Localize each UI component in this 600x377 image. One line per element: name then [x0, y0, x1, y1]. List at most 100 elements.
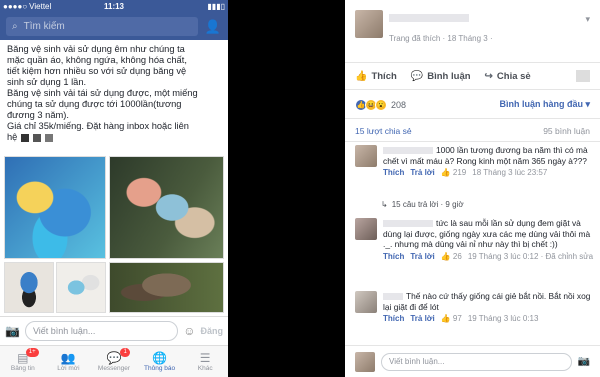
reply-arrow-icon: ↳	[381, 200, 388, 209]
friends-icon[interactable]: 👤	[204, 18, 222, 36]
comment-item: tức là sau mỗi lần sử dụng đem giặt và d…	[355, 218, 595, 261]
comment-icon: 💬	[410, 70, 424, 82]
post-line: chúng ta sử dụng được tới 1000lần(tương	[7, 99, 182, 109]
comment-placeholder: Viết bình luận...	[32, 325, 96, 336]
comment-time: 19 Tháng 3 lúc 0:13	[467, 314, 539, 323]
tab-friend-requests[interactable]: 👥 Lời mời	[46, 346, 92, 377]
post-line: sinh sử dụng 1 lần.	[7, 77, 87, 87]
mobile-post-screen: ●●●●○ Viettel 11:13 ▮▮▮▯ ⌕ Tìm kiếm 👤 Bă…	[0, 0, 228, 377]
comment-item: 1000 lần tương đương ba năm thì có mà ch…	[355, 145, 595, 177]
comment-like-count: 👍 97	[440, 314, 462, 323]
post-subtitle: Trang đã thích · 18 Tháng 3 ·	[389, 34, 493, 43]
comment-count: 95 bình luận	[543, 125, 590, 136]
comment-time: 19 Tháng 3 lúc 0:12 · Đã chỉnh sửa	[467, 251, 594, 261]
tab-label: Khác	[197, 365, 213, 372]
notifications-icon: 🌐	[152, 351, 168, 365]
redacted-name	[383, 293, 403, 301]
comment-reply-button[interactable]: Trả lời	[410, 314, 434, 323]
comment-likes: 97	[452, 314, 462, 323]
avatar[interactable]	[355, 291, 377, 313]
post-line: tiết kiệm hơn nhiều so với sử dụng băng …	[7, 66, 187, 76]
notification-badge: 1+	[25, 348, 39, 357]
post-line-last: hệ	[7, 132, 18, 142]
friend-requests-icon: 👥	[60, 351, 76, 365]
post-comments-screen: Trang đã thích · 18 Tháng 3 · ▾ 👍 Thích 💬…	[345, 0, 600, 377]
product-photo[interactable]	[56, 262, 106, 313]
comment-reply-button[interactable]: Trả lời	[410, 168, 434, 177]
share-count[interactable]: 15 lượt chia sẻ	[355, 126, 412, 136]
emoji-icon[interactable]: ☺	[183, 324, 195, 338]
comment-sort-dropdown[interactable]: Bình luận hàng đầu ▾	[499, 99, 590, 110]
post-comment-button[interactable]: Đăng	[201, 326, 224, 336]
comment-reply-button[interactable]: Trả lời	[410, 252, 434, 261]
comment-text-wrap: Thế nào cứ thấy giống cái giẻ bắt nồi. B…	[383, 291, 595, 312]
camera-icon[interactable]: 📷	[5, 324, 20, 338]
avatar[interactable]	[355, 218, 377, 240]
tab-news-feed[interactable]: ▤ Bảng tin 1+	[0, 346, 46, 377]
like-button[interactable]: 👍 Thích	[355, 71, 397, 82]
post-photo-grid[interactable]	[4, 156, 224, 313]
redacted-block	[45, 133, 54, 142]
carrier-label: Viettel	[29, 2, 52, 11]
comment-input[interactable]: Viết bình luận...	[24, 320, 179, 341]
comment-like-count: 👍 26	[440, 251, 462, 261]
product-photo[interactable]	[4, 156, 106, 259]
like-label: Thích	[371, 70, 397, 82]
product-photo[interactable]	[4, 262, 54, 313]
share-label: Chia sẻ	[496, 70, 531, 82]
avatar[interactable]	[355, 145, 377, 167]
post-line: Giá chỉ 35k/miếng. Đặt hàng inbox hoặc l…	[7, 121, 189, 131]
comment-like-button[interactable]: Thích	[383, 314, 404, 323]
redacted-block	[576, 70, 590, 82]
post-line: Băng vệ sinh vải tái sử dụng được, một m…	[7, 88, 198, 98]
camera-icon[interactable]: 📷	[578, 356, 590, 367]
wow-reaction-icon: 😮	[375, 98, 387, 111]
post-line: mặc quần áo, không ngứa, không hóa chất,	[7, 55, 187, 65]
redacted-block	[33, 133, 42, 142]
reaction-count: 208	[391, 99, 407, 110]
search-icon: ⌕	[12, 21, 18, 32]
tab-label: Bảng tin	[10, 365, 35, 372]
search-placeholder: Tìm kiếm	[23, 21, 65, 32]
signal-icon: ●●●●○	[3, 2, 28, 11]
redacted-name	[383, 220, 433, 228]
search-bar: ⌕ Tìm kiếm 👤	[0, 13, 228, 40]
product-photo[interactable]	[109, 262, 224, 313]
tab-notifications[interactable]: 🌐 Thông báo	[137, 346, 183, 377]
comment-placeholder: Viết bình luận...	[389, 357, 445, 366]
post-line: Băng vệ sinh vải sử dụng êm như chúng ta	[7, 44, 185, 54]
tab-messenger[interactable]: 💬 Messenger 1	[91, 346, 137, 377]
comment-composer: Viết bình luận... 📷	[345, 345, 600, 377]
comment-like-button[interactable]: Thích	[383, 252, 404, 261]
comment-composer: 📷 Viết bình luận... ☺ Đăng	[0, 316, 228, 344]
comment-likes: 26	[452, 251, 462, 261]
post-text: Băng vệ sinh vải sử dụng êm như chúng ta…	[0, 40, 228, 155]
comment-input[interactable]: Viết bình luận...	[381, 352, 572, 371]
replies-label: 15 câu trả lời · 9 giờ	[391, 200, 464, 209]
status-bar: ●●●●○ Viettel 11:13 ▮▮▮▯	[0, 0, 228, 13]
view-replies-link[interactable]: ↳ 15 câu trả lời · 9 giờ	[381, 200, 464, 209]
post-header: Trang đã thích · 18 Tháng 3 · ▾	[345, 0, 600, 60]
comment-meta: Thích Trả lời 👍 219 18 Tháng 3 lúc 23:57	[383, 168, 595, 177]
messenger-icon: 💬	[106, 351, 122, 365]
chevron-down-icon[interactable]: ▾	[585, 14, 590, 25]
post-stats: 15 lượt chia sẻ 95 bình luận	[345, 120, 600, 142]
tab-more[interactable]: ☰ Khác	[182, 346, 228, 377]
comment-like-button[interactable]: Thích	[383, 168, 404, 177]
tab-label: Messenger	[97, 365, 131, 372]
bottom-tab-bar: ▤ Bảng tin 1+ 👥 Lời mời 💬 Messenger 1 🌐 …	[0, 345, 228, 377]
comment-button[interactable]: 💬 Bình luận	[411, 71, 471, 82]
search-input[interactable]: ⌕ Tìm kiếm	[6, 17, 198, 36]
redacted-name	[383, 147, 433, 155]
avatar[interactable]	[355, 10, 383, 38]
comment-text-wrap: 1000 lần tương đương ba năm thì có mà ch…	[383, 145, 595, 166]
product-photo[interactable]	[109, 156, 224, 259]
share-button[interactable]: ↪ Chia sẻ	[485, 71, 531, 82]
comment-label: Bình luận	[427, 70, 471, 82]
like-icon: 👍	[355, 70, 368, 82]
share-icon: ↪	[484, 70, 493, 82]
screenshot-root: ●●●●○ Viettel 11:13 ▮▮▮▯ ⌕ Tìm kiếm 👤 Bă…	[0, 0, 600, 377]
avatar	[355, 351, 375, 372]
reactions-row[interactable]: 👍 😆 😮 208 Bình luận hàng đầu ▾	[345, 91, 600, 119]
comment-likes: 219	[452, 168, 467, 177]
